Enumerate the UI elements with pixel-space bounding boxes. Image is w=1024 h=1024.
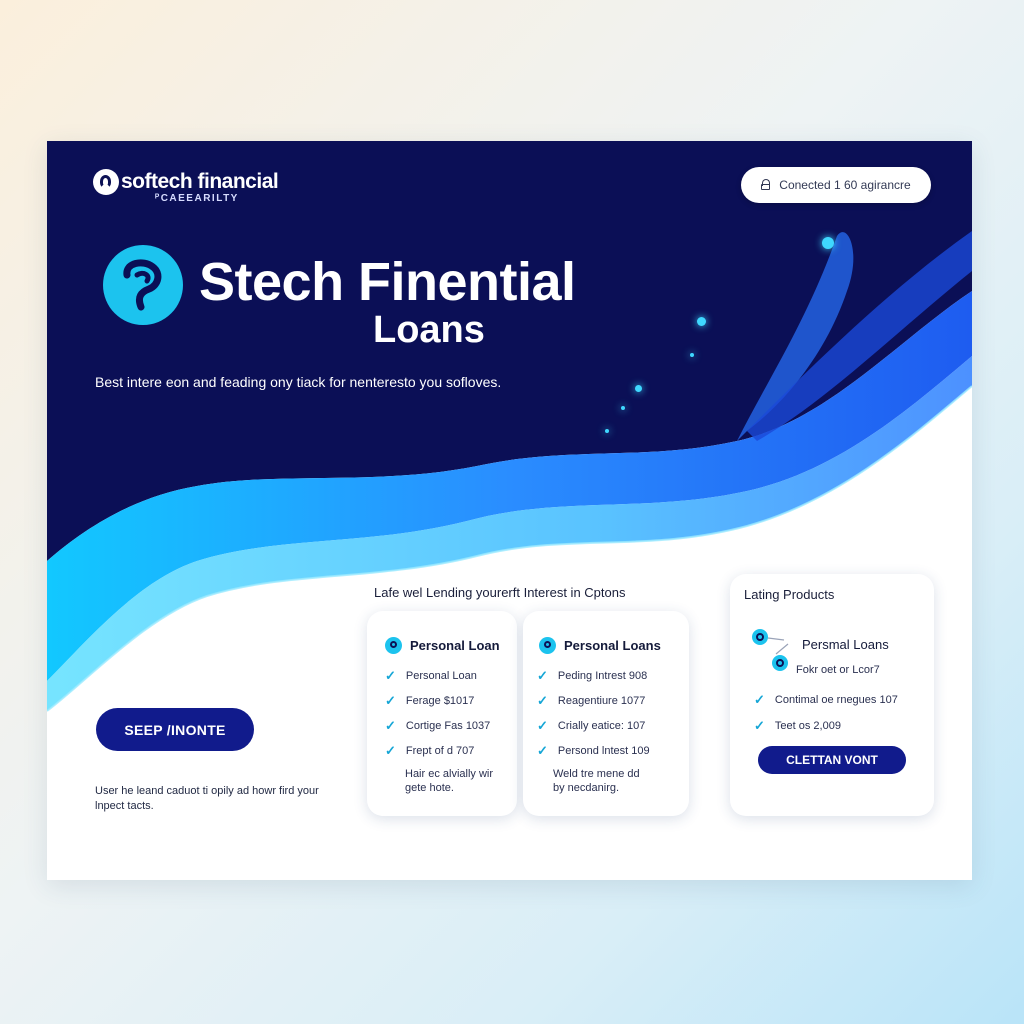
feature-item: ✓ Contimal oe rnegues 107 (754, 692, 898, 707)
brand-tagline: ᴾCAEEARILTY (155, 193, 239, 204)
section-heading: Lafe wel Lending yourerft Interest in Cp… (374, 585, 626, 600)
footer-note: User he leand caduot ti opily ad howr fi… (95, 785, 319, 812)
lock-icon (761, 179, 771, 191)
feature-item: ✓ Crially eatice: 107 (537, 718, 646, 733)
feature-item: ✓ Ferage $1017 (385, 693, 475, 708)
primary-cta-button[interactable]: SEEP /INONTE (96, 708, 254, 751)
hero-logo-icon (103, 245, 183, 325)
hero-title: Stech Finential (199, 252, 576, 312)
feature-item: ✓ Teet os 2,009 (754, 718, 841, 733)
hero-subtitle: Loans (373, 309, 485, 351)
feature-item: ✓ Peding Intrest 908 (537, 668, 648, 683)
card-header: Personal Loan (385, 637, 500, 654)
connection-status-label: Conected 1 60 agirancre (779, 178, 911, 192)
pin-icon (385, 637, 402, 654)
check-icon: ✓ (754, 692, 765, 707)
glow-dot (690, 353, 694, 357)
check-icon: ✓ (537, 743, 548, 758)
card-action-button[interactable]: CLETTAN VONT (758, 746, 906, 774)
glow-dot (822, 237, 834, 249)
check-icon: ✓ (385, 668, 396, 683)
feature-item: ✓ Frept of d 707 (385, 743, 475, 758)
feature-item: ✓ Cortige Fas 1037 (385, 718, 491, 733)
lating-products-card[interactable]: Lating Products Persmal Loans Fokr oet o… (730, 574, 934, 816)
card-note: Hair ec alvially wir gete hote. (405, 768, 494, 794)
feature-item: ✓ Reagentiure 1077 (537, 693, 646, 708)
glow-dot (621, 406, 625, 410)
check-icon: ✓ (385, 693, 396, 708)
glow-dot (635, 385, 642, 392)
card-title: Personal Loans (564, 638, 661, 653)
card-title: Personal Loan (410, 638, 500, 653)
check-icon: ✓ (385, 718, 396, 733)
brand-name: softech financial (121, 170, 279, 193)
check-icon: ✓ (537, 718, 548, 733)
check-icon: ✓ (754, 718, 765, 733)
brand-logo-icon (93, 169, 119, 195)
loan-card-personal-loans[interactable]: Personal Loans ✓ Peding Intrest 908 ✓ Reag… (523, 611, 689, 816)
check-icon: ✓ (537, 693, 548, 708)
loan-card-personal[interactable]: Personal Loan ✓ Personal Loan ✓ Ferage $10… (367, 611, 517, 816)
glow-dot (697, 317, 706, 326)
check-icon: ✓ (385, 743, 396, 758)
check-icon: ✓ (537, 668, 548, 683)
glow-dot (605, 429, 609, 433)
card-section-title: Lating Products (744, 587, 835, 602)
landing-page: softech financial ᴾCAEEARILTY Conected 1… (47, 141, 972, 880)
pin-icon (539, 637, 556, 654)
card-note: Weld tre mene dd by necdanirg. (553, 768, 640, 794)
connection-status-button[interactable]: Conected 1 60 agirancre (741, 167, 931, 203)
feature-item: ✓ Personal Loan (385, 668, 477, 683)
card-subtitle: Fokr oet or Lcor7 (796, 664, 880, 676)
connector-icon (767, 637, 789, 655)
hero-description: Best intere eon and feading ony tiack fo… (95, 374, 502, 390)
card-title: Persmal Loans (802, 637, 889, 652)
brand-lockup[interactable]: softech financial (93, 169, 279, 195)
feature-item: ✓ Persond lntest 109 (537, 743, 650, 758)
card-header: Personal Loans (539, 637, 661, 654)
